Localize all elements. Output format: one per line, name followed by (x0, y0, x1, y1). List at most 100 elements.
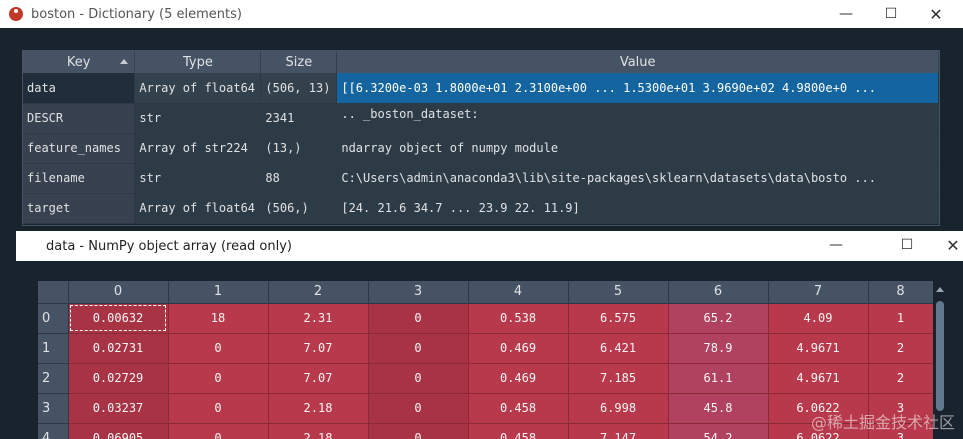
column-header-type[interactable]: Type (134, 51, 262, 73)
array-cell[interactable]: 0 (368, 363, 469, 394)
cell-key[interactable]: filename (23, 163, 136, 194)
cell-size[interactable]: (506,) (260, 193, 338, 224)
column-header[interactable]: 0 (68, 281, 169, 304)
array-cell[interactable]: 0.538 (468, 303, 569, 334)
minimize-icon[interactable]: — (813, 231, 859, 259)
column-header[interactable]: 1 (168, 281, 269, 304)
array-cell[interactable]: 0.469 (468, 333, 569, 364)
array-cell[interactable]: 0 (168, 423, 269, 439)
array-row: 3 0.03237 0 2.18 0 0.458 6.998 45.8 6.0622 3 (38, 393, 935, 424)
array-cell[interactable]: 2.18 (268, 423, 369, 439)
array-cell[interactable]: 0 (168, 333, 269, 364)
column-header-size[interactable]: Size (260, 51, 338, 73)
minimize-icon[interactable]: — (823, 0, 869, 28)
array-cell[interactable]: 0.02731 (68, 333, 169, 364)
scrollbar-thumb[interactable] (936, 301, 944, 411)
column-header[interactable]: 3 (368, 281, 469, 304)
array-cell[interactable]: 6.575 (568, 303, 669, 334)
cell-key[interactable]: feature_names (23, 133, 136, 164)
array-cell[interactable]: 7.185 (568, 363, 669, 394)
cell-value[interactable]: [24. 21.6 34.7 ... 23.9 22. 11.9] (336, 193, 939, 224)
cell-size[interactable]: (506, 13) (260, 73, 338, 104)
array-cell[interactable]: 78.9 (668, 333, 769, 364)
column-header[interactable]: 6 (668, 281, 769, 304)
dictionary-table: Key Type Size Value data Array of float64… (23, 51, 939, 224)
array-cell[interactable]: 0.458 (468, 393, 569, 424)
array-cell[interactable]: 0.06905 (68, 423, 169, 439)
close-icon[interactable]: ✕ (930, 231, 963, 259)
row-header[interactable]: 2 (38, 363, 69, 394)
maximize-icon[interactable]: ☐ (868, 0, 914, 28)
array-cell[interactable]: 65.2 (668, 303, 769, 334)
column-header[interactable]: 4 (468, 281, 569, 304)
array-cell[interactable]: 2.31 (268, 303, 369, 334)
array-cell[interactable]: 45.8 (668, 393, 769, 424)
cell-size[interactable]: 2341 (260, 103, 338, 134)
array-cell[interactable]: 0.458 (468, 423, 569, 439)
array-cell[interactable]: 0.00632 (68, 303, 169, 334)
array-cell[interactable]: 0 (368, 393, 469, 424)
cell-value[interactable]: [[6.3200e-03 1.8000e+01 2.3100e+00 ... 1… (336, 73, 939, 104)
cell-type[interactable]: Array of str224 (134, 133, 262, 164)
dictionary-row[interactable]: target Array of float64 (506,) [24. 21.6 34… (23, 193, 939, 224)
cell-type[interactable]: str (134, 103, 262, 134)
cell-size[interactable]: (13,) (260, 133, 338, 164)
array-cell[interactable]: 18 (168, 303, 269, 334)
dictionary-titlebar[interactable]: boston - Dictionary (5 elements) — ☐ ✕ (0, 0, 963, 28)
cell-value[interactable]: ndarray object of numpy module (336, 133, 939, 164)
array-cell[interactable]: 0 (368, 303, 469, 334)
column-header[interactable]: 2 (268, 281, 369, 304)
column-header[interactable]: 5 (568, 281, 669, 304)
array-cell[interactable]: 54.2 (668, 423, 769, 439)
array-titlebar[interactable]: data - NumPy object array (read only) — … (16, 231, 963, 261)
array-cell[interactable]: 1 (868, 303, 934, 334)
sort-ascending-icon (120, 59, 129, 64)
array-cell[interactable]: 7.147 (568, 423, 669, 439)
array-cell[interactable]: 4.9671 (768, 333, 869, 364)
array-cell[interactable]: 61.1 (668, 363, 769, 394)
column-header-key[interactable]: Key (23, 51, 136, 73)
cell-size[interactable]: 88 (260, 163, 338, 194)
array-cell[interactable]: 6.421 (568, 333, 669, 364)
dictionary-row[interactable]: filename str 88 C:\Users\admin\anaconda3\li… (23, 163, 939, 194)
array-cell[interactable]: 0.02729 (68, 363, 169, 394)
close-icon[interactable]: ✕ (913, 0, 959, 28)
row-header[interactable]: 3 (38, 393, 69, 424)
array-cell[interactable]: 0 (368, 423, 469, 439)
cell-type[interactable]: Array of float64 (134, 73, 262, 104)
array-cell[interactable]: 6.998 (568, 393, 669, 424)
array-table: 012345678 0 0.00632 18 2.31 0 0.538 6.575 65.2 4… (38, 281, 935, 439)
array-cell[interactable]: 2 (868, 333, 934, 364)
column-header[interactable]: 8 (868, 281, 934, 304)
scroll-up-icon[interactable] (936, 287, 944, 292)
column-header[interactable]: 7 (768, 281, 869, 304)
array-cell[interactable]: 7.07 (268, 333, 369, 364)
array-row: 2 0.02729 0 7.07 0 0.469 7.185 61.1 4.9671 2 (38, 363, 935, 394)
maximize-icon[interactable]: ☐ (884, 231, 930, 259)
cell-value[interactable]: C:\Users\admin\anaconda3\lib\site-packag… (336, 163, 939, 194)
cell-key[interactable]: target (23, 193, 136, 224)
cell-key[interactable]: data (23, 73, 136, 104)
array-cell[interactable]: 0.469 (468, 363, 569, 394)
array-cell[interactable]: 4.09 (768, 303, 869, 334)
array-cell[interactable]: 2.18 (268, 393, 369, 424)
row-header[interactable]: 4 (38, 423, 69, 439)
cell-value[interactable]: .. _boston_dataset: (336, 103, 939, 134)
array-cell[interactable]: 2 (868, 363, 934, 394)
cell-key[interactable]: DESCR (23, 103, 136, 134)
dictionary-row[interactable]: feature_names Array of str224 (13,) ndarray… (23, 133, 939, 164)
array-cell[interactable]: 4.9671 (768, 363, 869, 394)
cell-type[interactable]: str (134, 163, 262, 194)
column-header-value[interactable]: Value (336, 51, 939, 73)
array-cell[interactable]: 0.03237 (68, 393, 169, 424)
array-cell[interactable]: 0 (168, 393, 269, 424)
dictionary-row[interactable]: DESCR str 2341.. _boston_dataset: (23, 103, 939, 134)
array-header-row: 012345678 (38, 281, 935, 304)
cell-type[interactable]: Array of float64 (134, 193, 262, 224)
array-cell[interactable]: 0 (168, 363, 269, 394)
array-cell[interactable]: 0 (368, 333, 469, 364)
row-header[interactable]: 1 (38, 333, 69, 364)
row-header[interactable]: 0 (38, 303, 69, 334)
dictionary-row[interactable]: data Array of float64 (506, 13) [[6.3200e-0… (23, 73, 939, 104)
array-cell[interactable]: 7.07 (268, 363, 369, 394)
